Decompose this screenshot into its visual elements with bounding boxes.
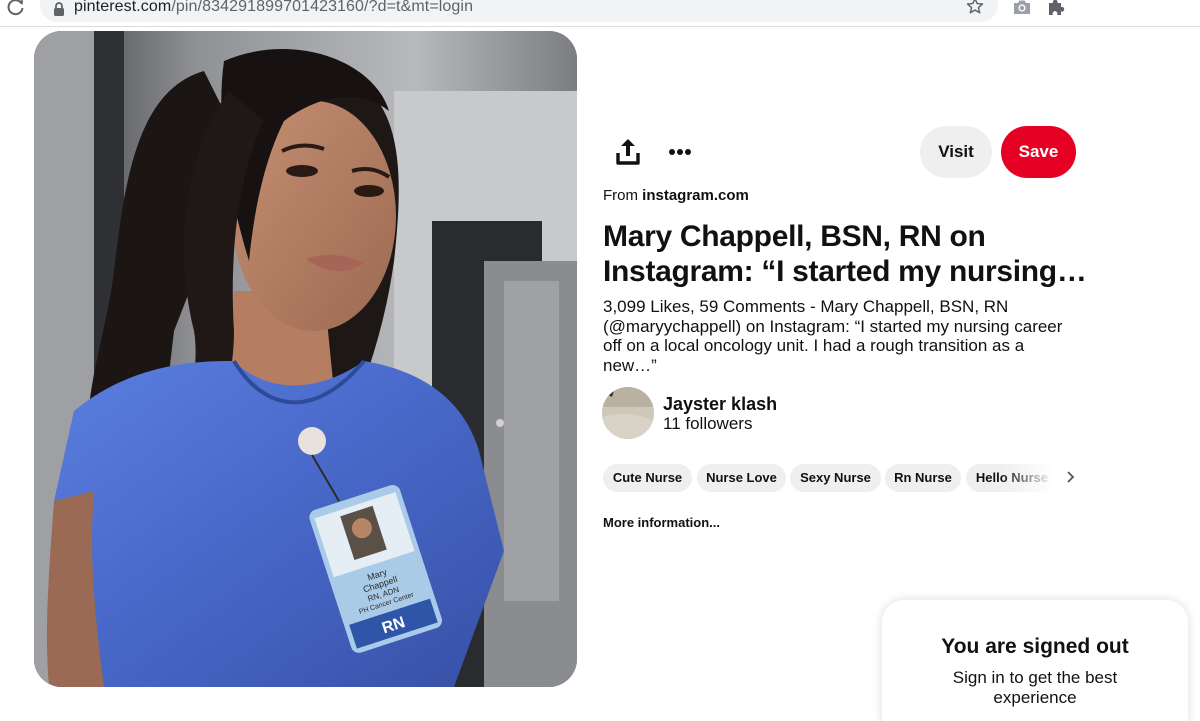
avatar-image (602, 387, 654, 439)
puzzle-icon[interactable] (1046, 0, 1066, 17)
pin-photo: Mary Chappell RN, ADN PH Cancer Center R… (34, 31, 577, 687)
tag-cute-nurse[interactable]: Cute Nurse (603, 464, 692, 492)
visit-button[interactable]: Visit (920, 126, 992, 178)
source-line: From instagram.com (603, 187, 749, 204)
pin-title: Mary Chappell, BSN, RN on Instagram: “I … (603, 220, 1087, 288)
tag-nurse-love[interactable]: Nurse Love (697, 464, 786, 492)
creator-name[interactable]: Jayster klash (663, 394, 777, 415)
signed-out-title: You are signed out (941, 635, 1129, 658)
url-text[interactable]: pinterest.com/pin/834291899701423160/?d=… (74, 0, 473, 16)
url-path: /pin/834291899701423160/?d=t&mt=login (171, 0, 474, 15)
tags-fade (1000, 462, 1062, 494)
tag-sexy-nurse[interactable]: Sexy Nurse (790, 464, 881, 492)
creator-avatar[interactable] (602, 387, 654, 439)
pin-description: 3,099 Likes, 59 Comments - Mary Chappell… (603, 297, 1063, 375)
pin-image[interactable]: Mary Chappell RN, ADN PH Cancer Center R… (34, 31, 577, 687)
source-domain-link[interactable]: instagram.com (642, 187, 749, 204)
address-bar[interactable]: pinterest.com/pin/834291899701423160/?d=… (40, 0, 998, 22)
share-icon[interactable] (610, 134, 646, 170)
reload-icon[interactable] (6, 0, 26, 17)
signed-out-card: You are signed out Sign in to get the be… (882, 600, 1188, 721)
tag-rn-nurse[interactable]: Rn Nurse (885, 464, 961, 492)
browser-toolbar: pinterest.com/pin/834291899701423160/?d=… (0, 0, 1200, 27)
more-icon[interactable] (662, 134, 698, 170)
star-icon[interactable] (966, 0, 984, 15)
more-information-link[interactable]: More information... (603, 515, 720, 530)
camera-icon[interactable] (1012, 0, 1032, 16)
save-button[interactable]: Save (1001, 126, 1076, 178)
creator-followers: 11 followers (663, 414, 753, 433)
signed-out-subtitle: Sign in to get the best experience (952, 668, 1118, 707)
source-prefix: From (603, 187, 638, 204)
lock-icon[interactable] (53, 2, 65, 16)
chevron-right-icon[interactable] (1063, 468, 1079, 486)
url-host: pinterest.com (74, 0, 172, 15)
